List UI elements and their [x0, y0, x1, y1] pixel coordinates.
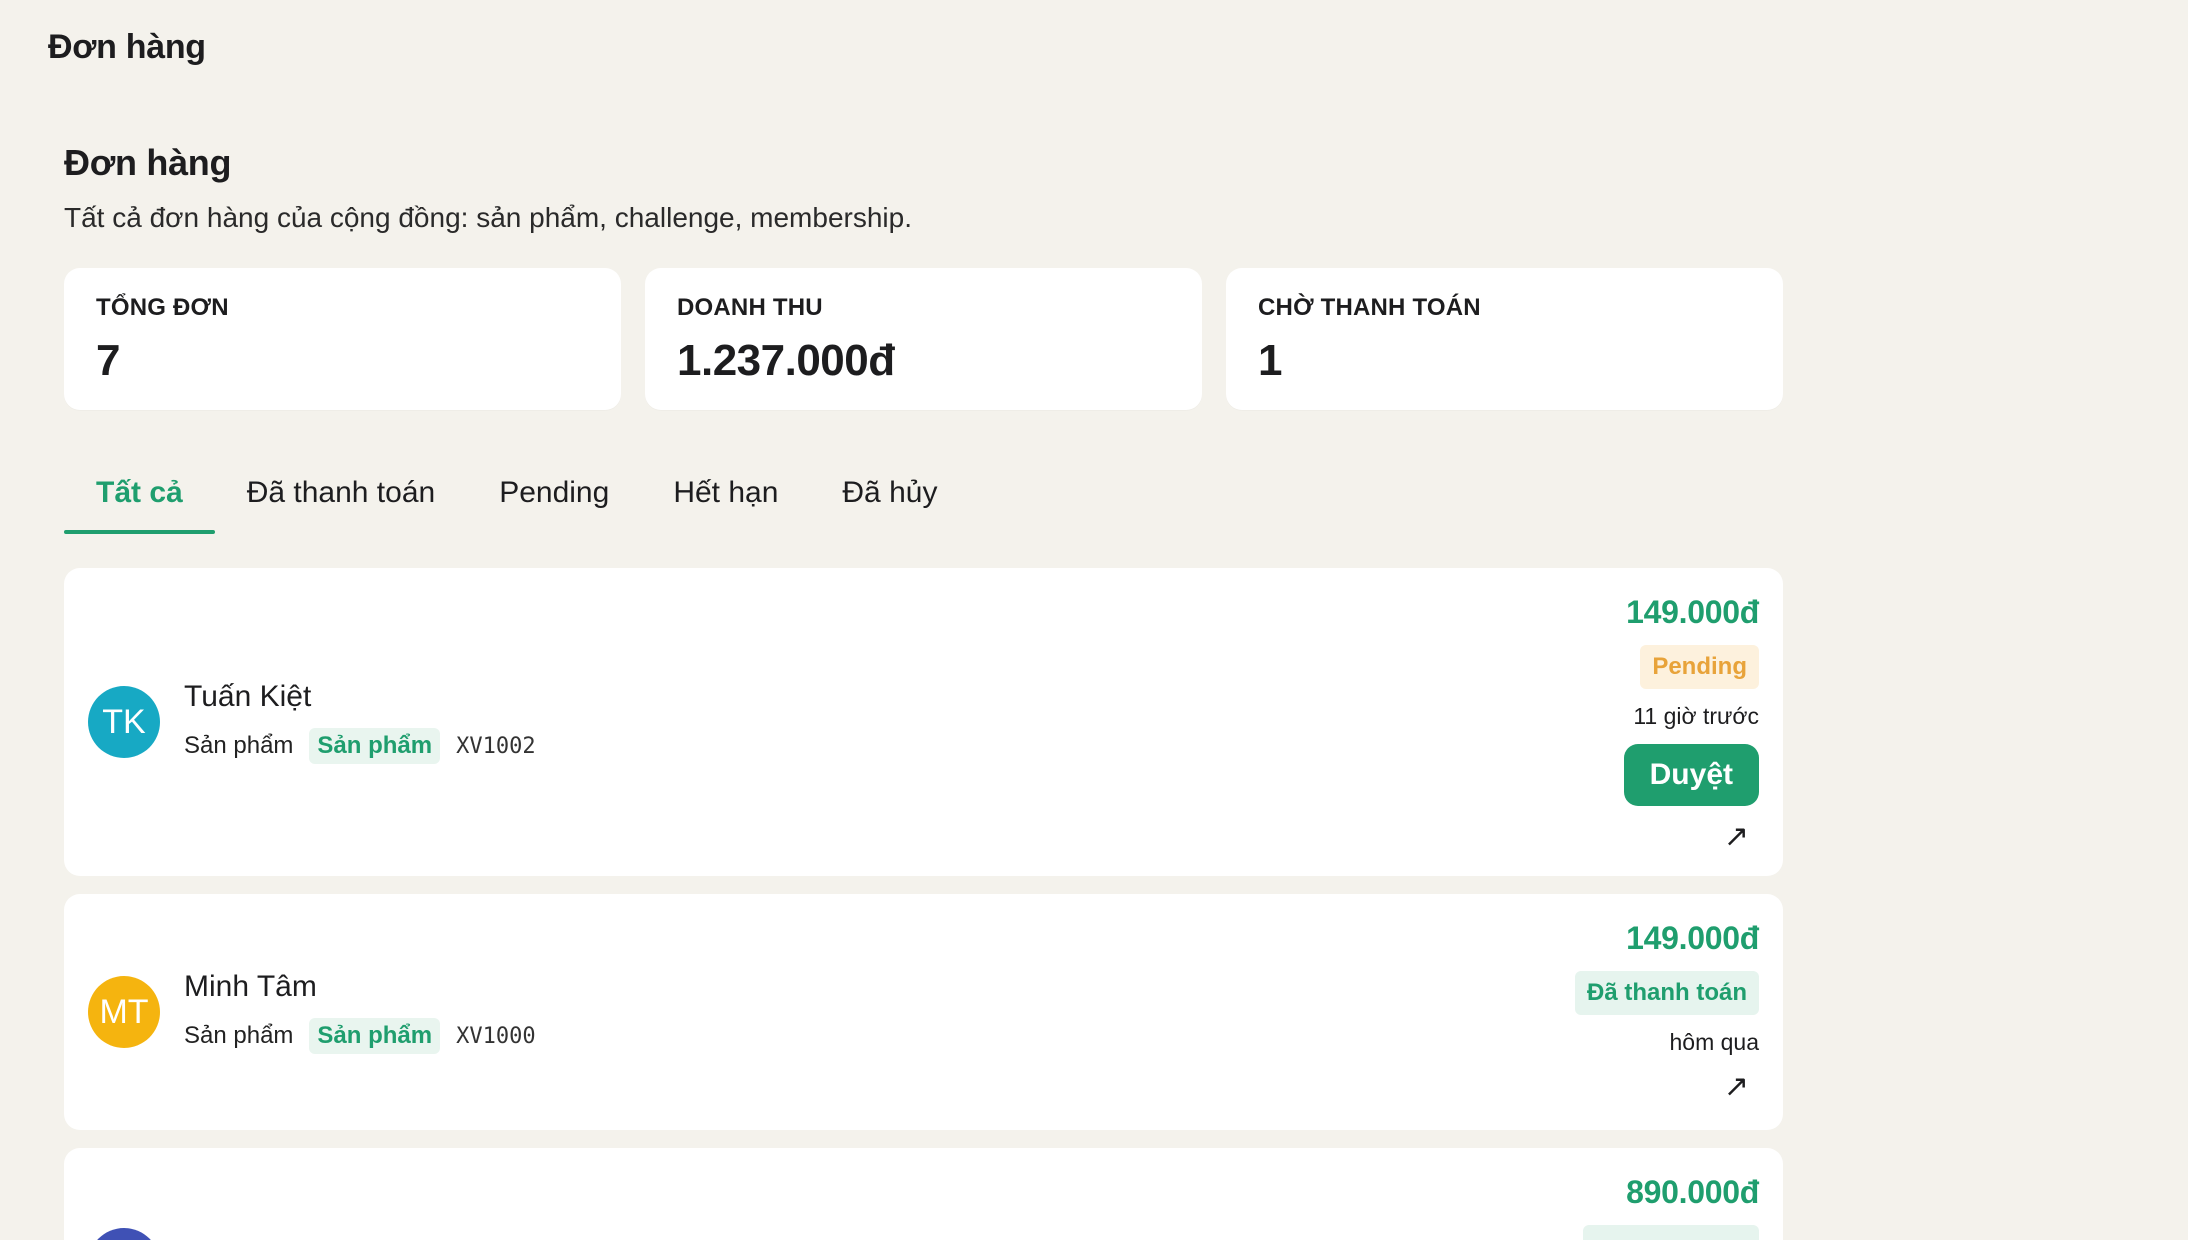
tab-expired[interactable]: Hết hạn [641, 476, 810, 534]
page-title: Đơn hàng [64, 142, 232, 183]
order-summary: 149.000đ Pending 11 giờ trước Duyệt ↗ [1623, 594, 1759, 852]
order-info: Tuấn Kiệt Sản phẩm Sản phẩm XV1002 [184, 680, 536, 764]
stat-card-total-orders: TỔNG ĐƠN 7 [64, 268, 621, 410]
order-card[interactable]: TK Tuấn Kiệt Sản phẩm Sản phẩm XV1002 14… [64, 568, 1783, 876]
order-time: 11 giờ trước [1633, 703, 1759, 729]
avatar [88, 1228, 160, 1240]
avatar: MT [88, 976, 160, 1048]
arrow-up-right-icon[interactable]: ↗ [1724, 822, 1749, 852]
stat-label: DOANH THU [677, 294, 823, 321]
order-type: Sản phẩm [184, 732, 294, 759]
stat-value: 7 [96, 336, 120, 385]
stat-value: 1 [1258, 336, 1282, 385]
customer-name: Minh Tâm [184, 970, 317, 1003]
tab-cancelled[interactable]: Đã hủy [810, 476, 969, 534]
order-type-chip: Sản phẩm [309, 1018, 441, 1054]
order-amount: 149.000đ [1626, 594, 1759, 630]
approve-button[interactable]: Duyệt [1623, 744, 1759, 806]
arrow-up-right-icon[interactable]: ↗ [1724, 1072, 1749, 1102]
stat-label: TỔNG ĐƠN [96, 294, 229, 321]
order-summary: 890.000đ [1583, 1174, 1759, 1240]
stat-value: 1.237.000đ [677, 336, 895, 385]
order-summary: 149.000đ Đã thanh toán hôm qua ↗ [1575, 920, 1759, 1102]
stat-card-revenue: DOANH THU 1.237.000đ [645, 268, 1202, 410]
status-badge [1583, 1225, 1759, 1240]
main-content: Đơn hàng Tất cả đơn hàng của cộng đồng: … [64, 142, 1784, 1240]
tab-pending[interactable]: Pending [467, 476, 641, 534]
tab-all[interactable]: Tất cả [64, 476, 215, 534]
stat-label: CHỜ THANH TOÁN [1258, 294, 1481, 321]
customer-name: Tuấn Kiệt [184, 680, 312, 713]
order-tabs: Tất cả Đã thanh toán Pending Hết hạn Đã … [64, 454, 1784, 534]
order-list: TK Tuấn Kiệt Sản phẩm Sản phẩm XV1002 14… [64, 568, 1784, 1240]
order-type-chip: Sản phẩm [309, 728, 441, 764]
order-amount: 149.000đ [1626, 920, 1759, 956]
order-info: Minh Tâm Sản phẩm Sản phẩm XV1000 [184, 970, 536, 1054]
order-time: hôm qua [1669, 1029, 1759, 1055]
order-amount: 890.000đ [1626, 1174, 1759, 1210]
app-window: Đơn hàng Đơn hàng Tất cả đơn hàng của cộ… [0, 0, 2188, 1240]
order-card[interactable]: 890.000đ [64, 1148, 1783, 1240]
stat-card-awaiting-payment: CHỜ THANH TOÁN 1 [1226, 268, 1783, 410]
order-type: Sản phẩm [184, 1022, 294, 1049]
status-badge: Đã thanh toán [1575, 971, 1759, 1015]
order-code: XV1000 [456, 1023, 536, 1049]
page-subtitle: Tất cả đơn hàng của cộng đồng: sản phẩm,… [64, 202, 912, 233]
stats-row: TỔNG ĐƠN 7 DOANH THU 1.237.000đ CHỜ THAN… [64, 268, 1784, 410]
tab-paid[interactable]: Đã thanh toán [215, 476, 467, 534]
order-meta: Sản phẩm Sản phẩm XV1000 [184, 1018, 536, 1054]
order-code: XV1002 [456, 733, 536, 759]
status-badge: Pending [1640, 645, 1759, 689]
order-card[interactable]: MT Minh Tâm Sản phẩm Sản phẩm XV1000 149… [64, 894, 1783, 1130]
avatar: TK [88, 686, 160, 758]
order-meta: Sản phẩm Sản phẩm XV1002 [184, 728, 536, 764]
window-title: Đơn hàng [48, 28, 206, 66]
